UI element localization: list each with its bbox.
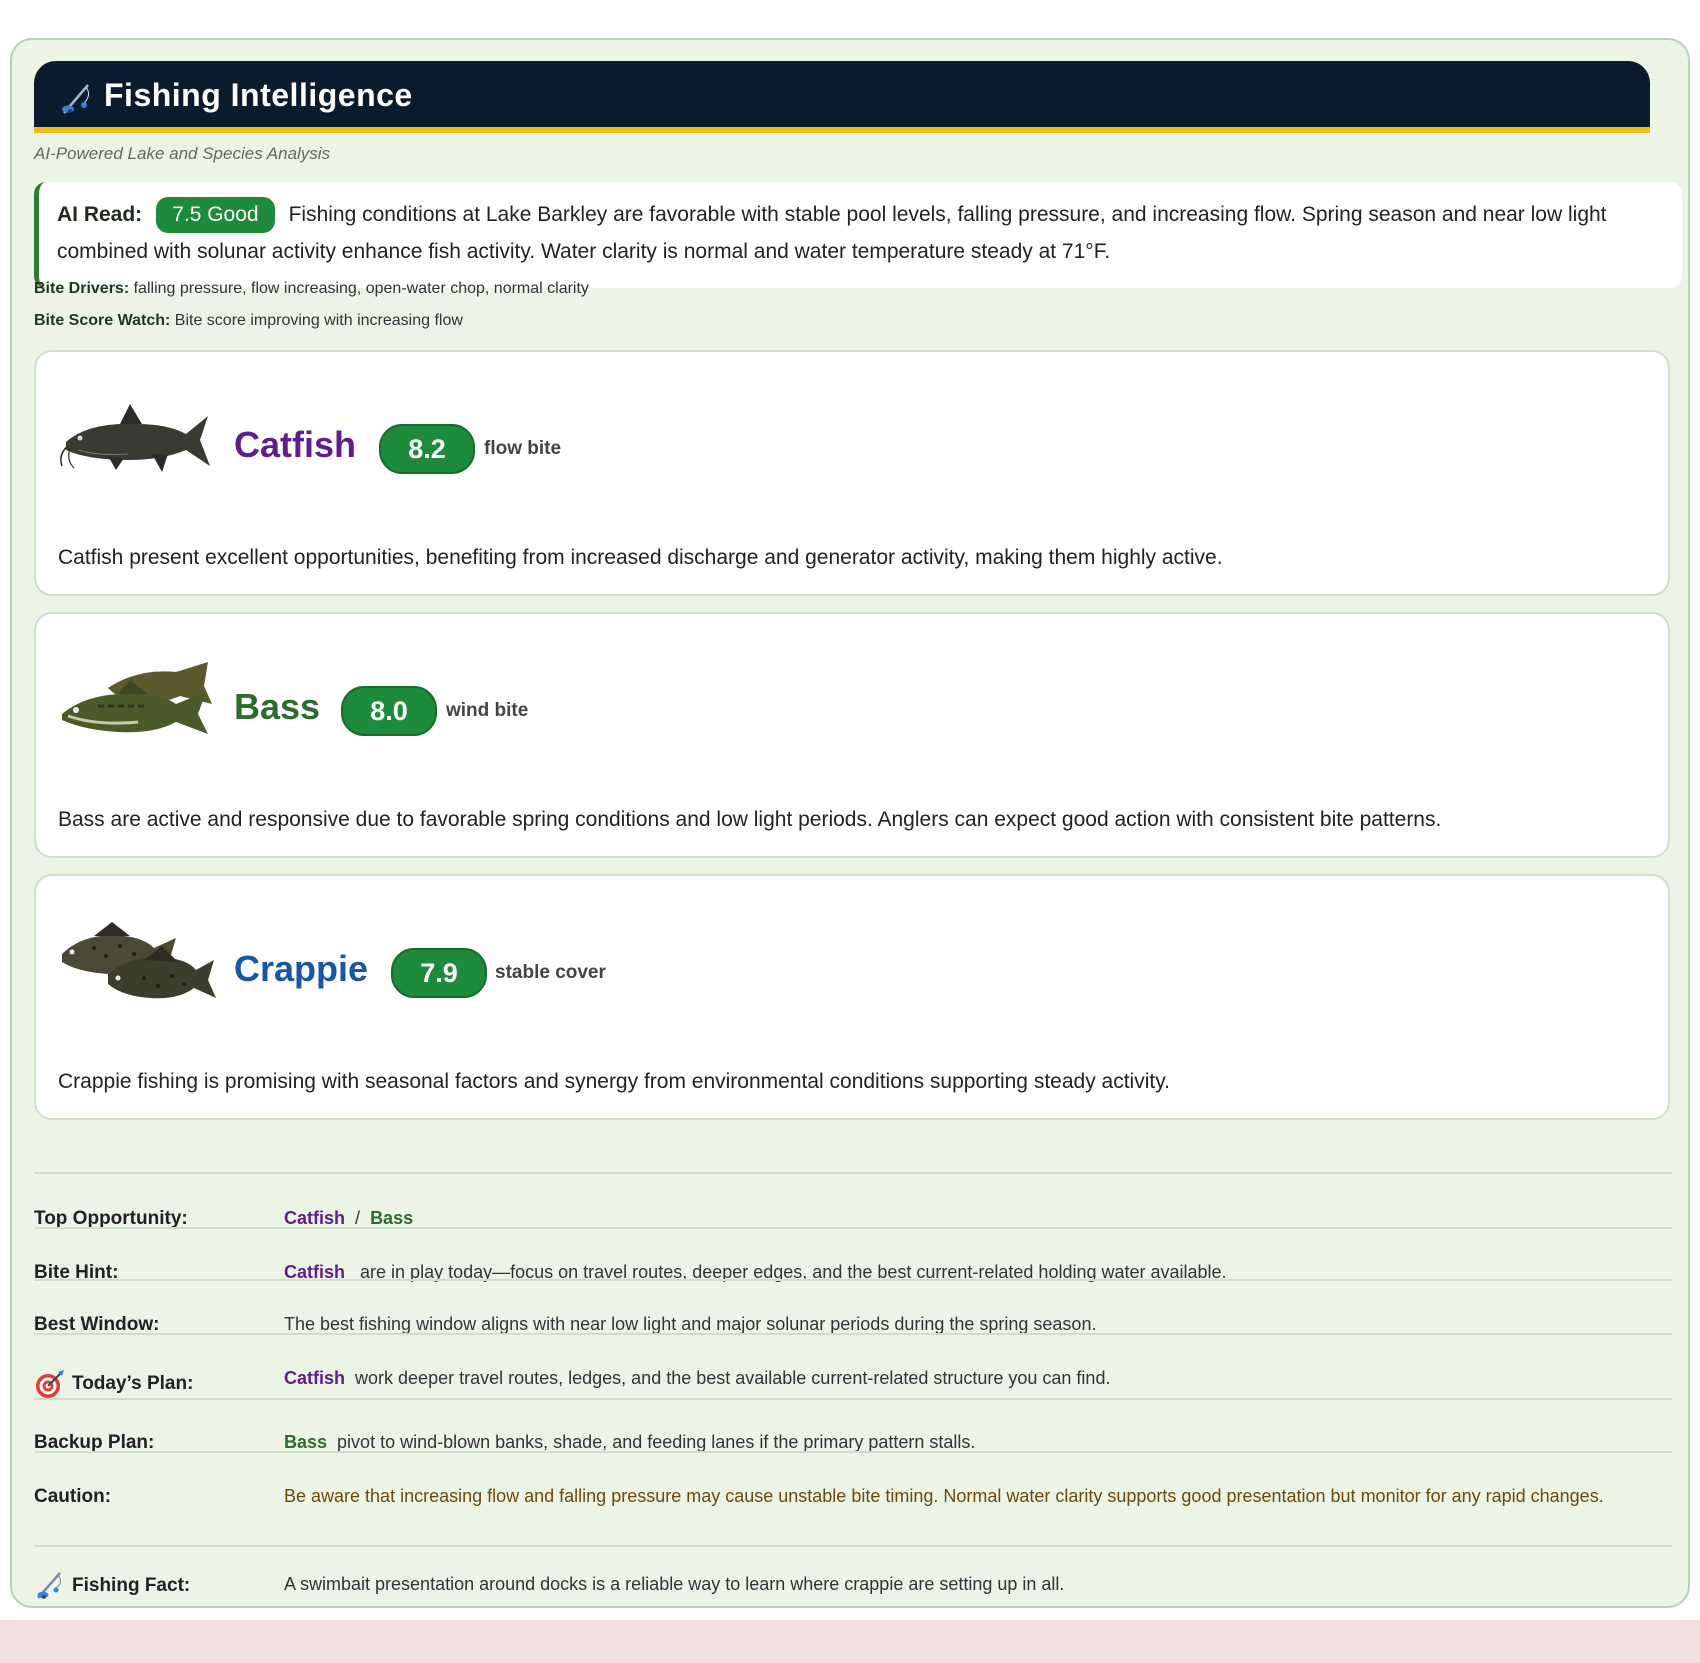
todays-plan-species: Catfish bbox=[284, 1368, 346, 1388]
top-opportunity-separator: / bbox=[355, 1208, 361, 1228]
todays-plan-label: Today’s Plan: bbox=[72, 1373, 194, 1395]
species-description: Catfish present excellent opportunities,… bbox=[58, 546, 1223, 569]
species-bite-tag: stable cover bbox=[495, 962, 606, 983]
species-card-catfish: Catfish 8.2 flow bite Catfish present ex… bbox=[34, 350, 1670, 596]
species-bite-tag: wind bite bbox=[446, 700, 529, 721]
species-score-badge: 8.0 bbox=[341, 686, 437, 736]
ai-read-box: AI Read: 7.5 Good Fishing conditions at La… bbox=[34, 182, 1682, 288]
todays-plan-label-wrap: Today’s Plan: bbox=[34, 1368, 193, 1400]
ai-rating-badge: 7.5 Good bbox=[156, 197, 275, 234]
target-icon bbox=[36, 1370, 64, 1398]
bite-score-watch: Bite Score Watch: Bite score improving w… bbox=[34, 312, 463, 330]
fishing-fact-label-wrap: Fishing Fact: bbox=[34, 1570, 190, 1602]
caution-label: Caution: bbox=[34, 1486, 112, 1507]
divider bbox=[34, 1398, 1672, 1400]
species-bite-tag: flow bite bbox=[484, 438, 562, 459]
divider bbox=[34, 1279, 1672, 1281]
bite-drivers: Bite Drivers: falling pressure, flow inc… bbox=[34, 280, 589, 298]
todays-plan-text: work deeper travel routes, ledges, and t… bbox=[355, 1368, 1111, 1388]
panel-header: Fishing Intelligence bbox=[34, 61, 1650, 133]
species-name: Bass bbox=[234, 686, 321, 727]
fishing-rod-icon bbox=[37, 1572, 62, 1599]
ai-read-label: AI Read: bbox=[57, 203, 143, 226]
ai-read-text: Fishing conditions at Lake Barkley are f… bbox=[57, 203, 1607, 264]
bass-image bbox=[62, 662, 212, 734]
species-score-badge: 8.2 bbox=[379, 424, 475, 474]
backup-plan-text: pivot to wind-blown banks, shade, and fe… bbox=[337, 1432, 976, 1452]
divider bbox=[34, 1545, 1672, 1547]
fishing-fact-label: Fishing Fact: bbox=[72, 1575, 191, 1597]
bite-score-watch-value: Bite score improving with increasing flo… bbox=[174, 312, 463, 329]
caution-text: Be aware that increasing flow and fallin… bbox=[284, 1486, 1604, 1506]
top-opportunity-species-a: Catfish bbox=[284, 1208, 346, 1228]
species-name: Crappie bbox=[234, 948, 369, 989]
bite-hint-value: Catfish are in play today—focus on trave… bbox=[284, 1258, 1674, 1286]
page-subtitle: AI-Powered Lake and Species Analysis bbox=[34, 144, 331, 163]
divider bbox=[34, 1172, 1672, 1174]
species-name: Catfish bbox=[234, 424, 357, 465]
species-card-bass: Bass 8.0 wind bite Bass are active and r… bbox=[34, 612, 1670, 858]
divider bbox=[34, 1333, 1672, 1335]
catfish-image bbox=[60, 404, 210, 472]
species-score-badge: 7.9 bbox=[391, 948, 487, 998]
page-title: Fishing Intelligence bbox=[104, 77, 413, 113]
backup-plan-species: Bass bbox=[284, 1432, 328, 1452]
fishing-fact-text: A swimbait presentation around docks is … bbox=[284, 1574, 1065, 1594]
fishing-rod-icon bbox=[62, 84, 90, 114]
divider bbox=[34, 1451, 1672, 1453]
divider bbox=[34, 1227, 1672, 1229]
species-description: Bass are active and responsive due to fa… bbox=[58, 808, 1442, 831]
crappie-image bbox=[62, 922, 216, 999]
species-description: Crappie fishing is promising with season… bbox=[58, 1070, 1170, 1093]
fishing-intelligence-panel: Fishing Intelligence AI-Powered Lake and… bbox=[10, 38, 1690, 1608]
species-card-crappie: Crappie 7.9 stable cover Crappie fishing… bbox=[34, 874, 1670, 1120]
todays-plan-value: Catfish work deeper travel routes, ledge… bbox=[284, 1364, 1674, 1392]
bite-score-watch-label: Bite Score Watch: bbox=[34, 312, 171, 329]
bite-drivers-label: Bite Drivers: bbox=[34, 280, 130, 297]
bite-drivers-value: falling pressure, flow increasing, open-… bbox=[133, 280, 589, 297]
top-opportunity-species-b: Bass bbox=[370, 1208, 414, 1228]
